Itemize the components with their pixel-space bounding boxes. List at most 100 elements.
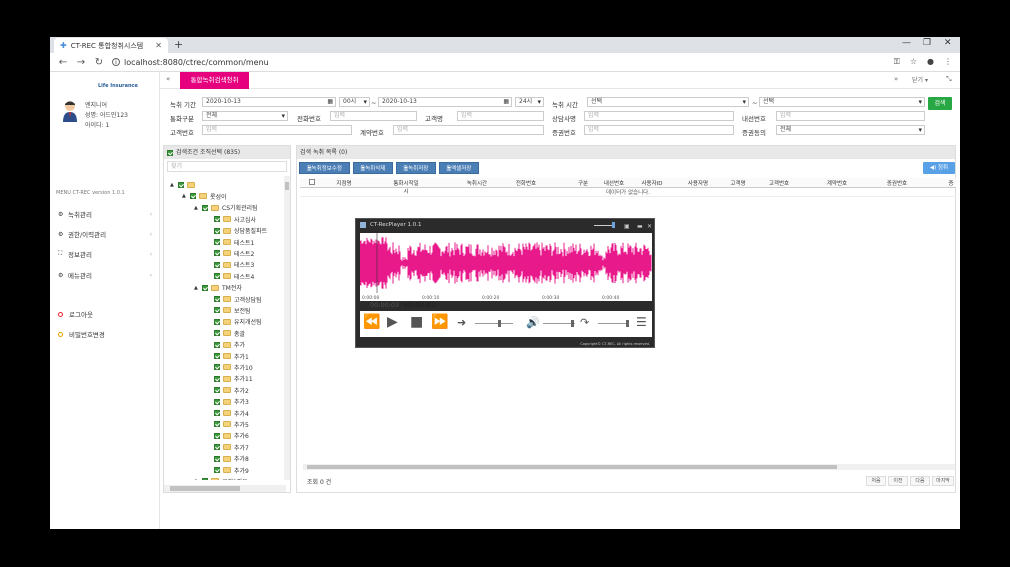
checkbox-checked-icon[interactable] bbox=[214, 296, 220, 302]
collapse-left-icon[interactable]: « bbox=[166, 75, 170, 83]
tree-toggle-icon[interactable]: ▲ bbox=[194, 205, 199, 211]
column-header[interactable]: 사용자ID bbox=[637, 179, 667, 187]
delete-recording-button[interactable]: 🗎녹취삭제 bbox=[353, 162, 393, 174]
speed-slider[interactable] bbox=[475, 323, 513, 324]
org-tree-node[interactable]: 테스트1 bbox=[206, 237, 254, 247]
tree-toggle-icon[interactable]: ▲ bbox=[170, 182, 175, 188]
checkbox-checked-icon[interactable] bbox=[214, 273, 220, 280]
ext-input[interactable]: 입력 bbox=[776, 111, 925, 121]
customer-no-input[interactable]: 입력 bbox=[202, 125, 352, 135]
org-tree-node[interactable]: 테스트3 bbox=[206, 260, 254, 270]
checkbox-checked-icon[interactable] bbox=[214, 239, 220, 245]
speed-arrow-icon[interactable]: ➜ bbox=[457, 316, 466, 329]
org-tree-node[interactable]: 추가3 bbox=[206, 397, 249, 407]
phone-input[interactable]: 입력 bbox=[330, 111, 417, 121]
checkbox-checked-icon[interactable] bbox=[178, 182, 184, 188]
url-field[interactable]: i localhost:8080/ctrec/common/menu bbox=[112, 58, 894, 67]
checkbox-checked-icon[interactable] bbox=[214, 467, 220, 473]
fast-forward-icon[interactable]: ⏩ bbox=[431, 314, 448, 330]
column-header[interactable]: 전화번호 bbox=[511, 179, 541, 187]
org-tree-node[interactable]: ▲ 롯성이 bbox=[182, 191, 227, 201]
column-header[interactable]: 증권번호 bbox=[882, 179, 912, 187]
org-tree-node[interactable]: 추가 bbox=[206, 340, 245, 350]
speed-slider-knob[interactable] bbox=[498, 320, 501, 327]
org-horizontal-scrollbar[interactable] bbox=[164, 485, 286, 492]
checkbox-checked-icon[interactable] bbox=[190, 193, 196, 200]
org-tree-node[interactable]: 추가11 bbox=[206, 374, 253, 384]
column-header[interactable]: 증 bbox=[936, 179, 966, 187]
org-tree-node[interactable]: 고객상담팀 bbox=[206, 294, 262, 304]
org-tree-node[interactable]: 추가8 bbox=[206, 454, 249, 464]
window-close-icon[interactable]: ✕ bbox=[944, 38, 952, 48]
column-header[interactable]: 고객명 bbox=[723, 179, 753, 187]
checkbox-checked-icon[interactable] bbox=[214, 250, 220, 257]
org-tree-node[interactable]: 추가4 bbox=[206, 408, 249, 418]
checkbox-checked-icon[interactable] bbox=[214, 455, 220, 462]
column-header[interactable]: 고객번호 bbox=[764, 179, 794, 187]
org-tree-node[interactable]: 사고심사 bbox=[206, 214, 256, 224]
hour-to-select[interactable]: 24시 bbox=[515, 97, 544, 107]
checkbox-checked-icon[interactable] bbox=[214, 421, 220, 428]
org-tree-node[interactable]: 보전팀 bbox=[206, 305, 251, 315]
sidebar-item-recording[interactable]: ⚙ 녹취관리 ‹ bbox=[58, 209, 152, 220]
agent-name-input[interactable]: 입력 bbox=[584, 111, 734, 121]
tab-integrated-search[interactable]: 통합녹취검색청취 bbox=[180, 72, 249, 89]
checkbox-checked-icon[interactable] bbox=[214, 227, 220, 234]
org-tree-node[interactable]: 추가6 bbox=[206, 431, 249, 441]
player-volume-knob[interactable] bbox=[612, 222, 615, 228]
contract-no-input[interactable]: 입력 bbox=[393, 125, 544, 135]
checkbox-checked-icon[interactable] bbox=[214, 375, 220, 382]
checkbox-checked-icon[interactable] bbox=[214, 341, 220, 348]
close-tab-icon[interactable]: ✕ bbox=[155, 41, 162, 50]
next-page-button[interactable]: 다음 bbox=[910, 476, 930, 486]
checkbox-checked-icon[interactable] bbox=[214, 216, 220, 223]
column-header[interactable]: 계약번호 bbox=[822, 179, 852, 187]
excel-save-button[interactable]: 🗎엑셀저장 bbox=[439, 162, 479, 174]
new-tab-icon[interactable]: + bbox=[174, 38, 183, 51]
forward-icon[interactable]: → bbox=[76, 57, 86, 68]
stop-icon[interactable]: ■ bbox=[410, 314, 423, 330]
checkbox-checked-icon[interactable] bbox=[214, 410, 220, 416]
stock-no-input[interactable]: 입력 bbox=[584, 125, 734, 135]
close-dropdown[interactable]: 닫기 ▾ bbox=[912, 75, 928, 84]
org-tree-node[interactable]: 테스트4 bbox=[206, 271, 254, 281]
browser-tab[interactable]: ✚ CT-REC 통합청취시스템 ✕ bbox=[54, 38, 168, 53]
customer-name-input[interactable]: 입력 bbox=[457, 111, 544, 121]
checkbox-checked-icon[interactable] bbox=[202, 478, 208, 480]
tree-toggle-icon[interactable]: ▲ bbox=[194, 478, 199, 480]
tree-toggle-icon[interactable]: ▲ bbox=[194, 285, 199, 291]
more-icon[interactable]: ⋮ bbox=[944, 57, 952, 67]
checkbox-checked-icon[interactable] bbox=[214, 307, 220, 314]
checkbox-checked-icon[interactable] bbox=[214, 330, 220, 337]
org-tree-node[interactable]: 테스트2 bbox=[206, 248, 254, 258]
org-tree-node[interactable]: 유지개선팀 bbox=[206, 317, 262, 327]
org-tree-node[interactable]: ▲ 고객1파트 bbox=[194, 476, 248, 480]
org-tree-node[interactable]: 상담품질파트 bbox=[206, 226, 267, 236]
rewind-icon[interactable]: ⏪ bbox=[363, 314, 380, 330]
checkbox-checked-icon[interactable] bbox=[214, 364, 220, 371]
last-page-button[interactable]: 마지막 bbox=[932, 476, 954, 486]
sidebar-item-info[interactable]: ⛶ 정보관리 ‹ bbox=[58, 249, 152, 259]
player-settings-icon[interactable]: ▣ bbox=[624, 221, 630, 233]
checkbox-checked-icon[interactable] bbox=[214, 387, 220, 394]
consent-select[interactable]: 전체 bbox=[776, 125, 925, 135]
org-tree-node[interactable]: 추가10 bbox=[206, 362, 253, 372]
player-close-icon[interactable]: ✕ bbox=[647, 221, 652, 233]
sidebar-item-menu[interactable]: ⚙ 메뉴관리 ‹ bbox=[58, 270, 152, 281]
logout-link[interactable]: 로그아웃 bbox=[58, 309, 152, 319]
org-vertical-scrollbar[interactable] bbox=[284, 176, 290, 480]
listen-button[interactable]: ◀) 청취 bbox=[923, 162, 955, 174]
date-to-input[interactable]: 2020-10-13 ▦ bbox=[378, 97, 512, 107]
repeat-slider[interactable] bbox=[598, 323, 628, 324]
checkbox-checked-icon[interactable] bbox=[214, 261, 220, 268]
checkbox-checked-icon[interactable] bbox=[167, 149, 173, 156]
org-tree-node[interactable]: 추가1 bbox=[206, 351, 249, 361]
tree-toggle-icon[interactable]: ▲ bbox=[182, 193, 187, 199]
column-header[interactable]: 내선번호 bbox=[599, 179, 629, 187]
back-icon[interactable]: ← bbox=[58, 57, 68, 68]
org-tree-node[interactable]: ▲ TM전자 bbox=[194, 283, 242, 293]
play-icon[interactable]: ▶ bbox=[387, 314, 398, 330]
org-search-input[interactable]: 찾기 bbox=[167, 161, 287, 172]
org-tree-node[interactable]: ▲ bbox=[170, 180, 198, 190]
results-horizontal-scrollbar[interactable] bbox=[303, 464, 955, 470]
